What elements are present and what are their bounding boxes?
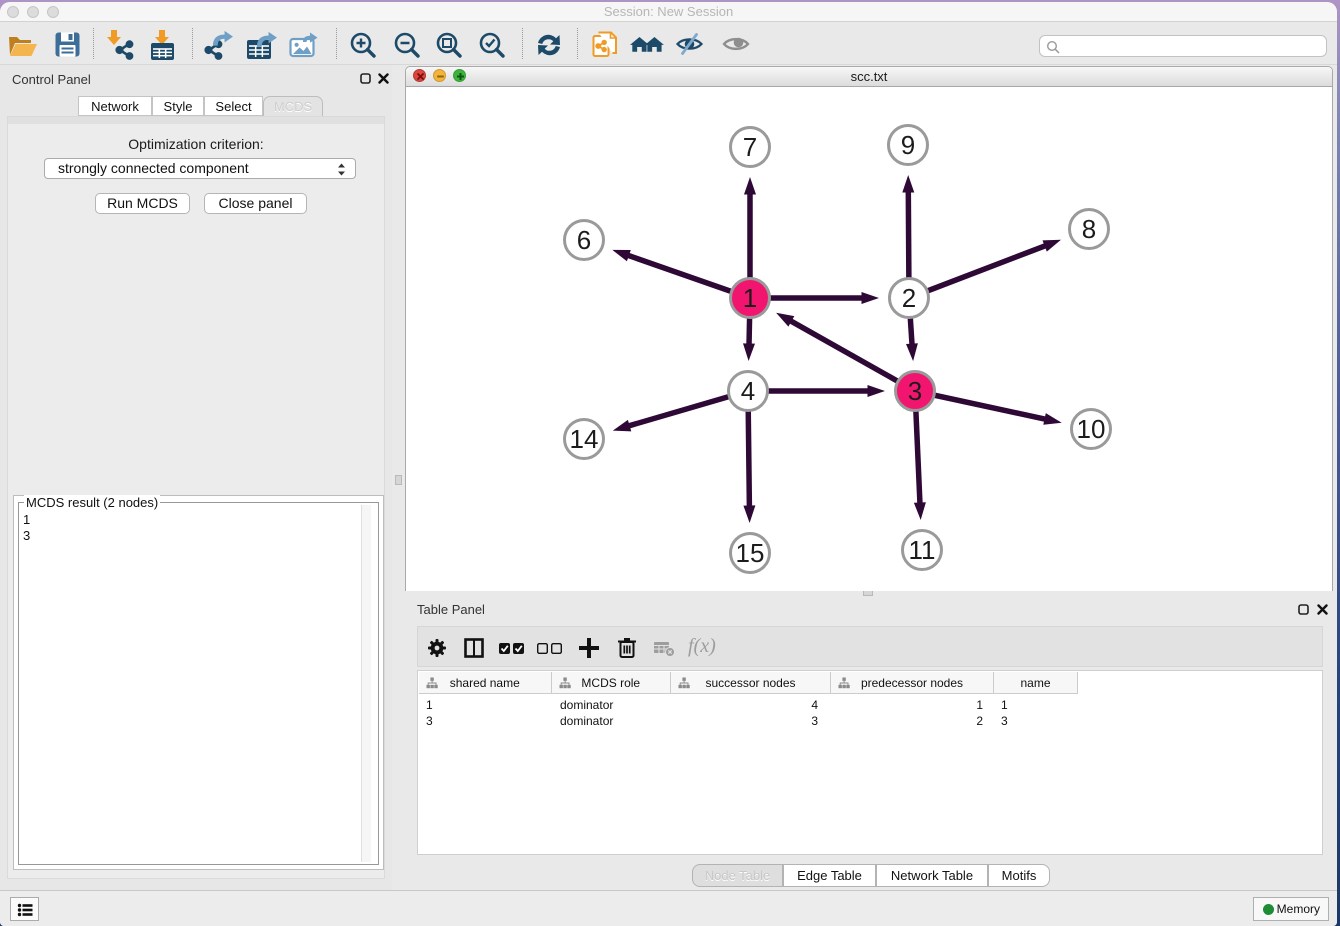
svg-text:3: 3 bbox=[908, 376, 922, 406]
svg-text:8: 8 bbox=[1082, 214, 1096, 244]
svg-text:11: 11 bbox=[909, 535, 936, 565]
svg-text:15: 15 bbox=[736, 538, 765, 568]
svg-text:7: 7 bbox=[743, 132, 757, 162]
svg-text:14: 14 bbox=[570, 424, 599, 454]
svg-text:9: 9 bbox=[901, 130, 915, 160]
svg-text:1: 1 bbox=[743, 283, 757, 313]
svg-text:10: 10 bbox=[1077, 414, 1106, 444]
svg-text:2: 2 bbox=[902, 283, 916, 313]
svg-text:6: 6 bbox=[577, 225, 591, 255]
svg-text:4: 4 bbox=[741, 376, 755, 406]
